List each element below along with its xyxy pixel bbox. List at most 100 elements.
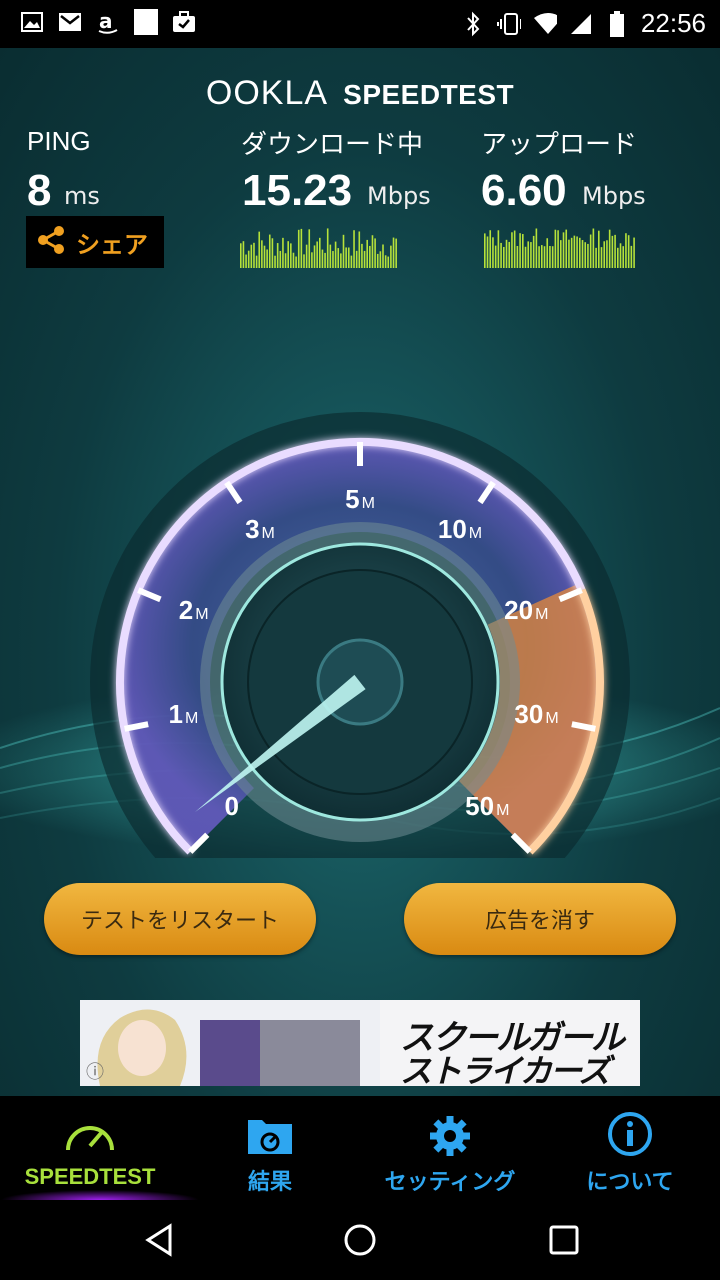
tab-settings[interactable]: セッティング [360, 1096, 540, 1200]
gauge-tick-label: 5M [320, 484, 400, 515]
graph-bar [321, 249, 324, 268]
graph-bar [350, 255, 353, 268]
graph-bar [508, 241, 511, 268]
graph-bar [513, 230, 516, 268]
gauge-tick-unit: M [261, 525, 275, 543]
graph-bar [374, 238, 376, 268]
tab-about[interactable]: について [540, 1096, 720, 1200]
briefcase-icon [172, 10, 196, 34]
info-icon [608, 1112, 652, 1156]
graph-bar [240, 243, 242, 268]
graph-bar [589, 234, 592, 268]
graph-bar [581, 240, 584, 268]
upload-label: アップロード [481, 130, 638, 160]
download-label: ダウンロード中 [241, 130, 424, 160]
graph-bar [332, 251, 334, 268]
graph-bar [245, 254, 247, 268]
graph-bar [560, 240, 562, 268]
graph-bar [361, 243, 363, 268]
gauge-tick-value: 20 [504, 595, 534, 626]
graph-bar [395, 238, 397, 268]
svg-text:a: a [99, 10, 113, 33]
graph-bar [551, 246, 554, 268]
graph-bar [250, 244, 253, 268]
graph-bar [379, 251, 382, 268]
graph-bar [524, 246, 527, 268]
graph-bar [282, 237, 284, 268]
battery-icon [605, 10, 629, 37]
graph-bar [300, 228, 303, 268]
tab-settings-label: セッティング [384, 1170, 516, 1195]
graph-bar [614, 234, 616, 268]
graph-bar [516, 245, 519, 268]
share-button[interactable]: シェア [26, 216, 164, 268]
graph-bar [568, 239, 570, 268]
graph-bar [290, 243, 292, 268]
speedtest-wordmark: SPEEDTEST [343, 79, 515, 110]
gauge-tick-value: 5 [345, 484, 360, 514]
gauge-tick-value: 2 [178, 595, 194, 626]
status-bar: a 22:56 [0, 0, 720, 48]
graph-bar [573, 235, 576, 268]
graph-bar [546, 238, 549, 268]
graph-bar [619, 243, 622, 268]
recents-icon[interactable] [544, 1220, 584, 1260]
gauge-tick-label: 2M [154, 595, 234, 626]
graph-bar [489, 230, 492, 268]
graph-bar [598, 230, 600, 268]
gauge-tick-label: 0 [193, 791, 273, 822]
graph-bar [543, 246, 546, 268]
ookla-speedtest-logo: OOKLA SPEEDTEST [0, 74, 720, 113]
results-folder-icon [248, 1120, 292, 1154]
graph-bar [253, 242, 255, 268]
graph-bar [535, 228, 538, 268]
tab-speedtest[interactable]: SPEEDTEST [0, 1096, 200, 1200]
graph-bar [371, 235, 374, 268]
gauge-tick-label: 20 M [486, 595, 566, 626]
wifi-icon [533, 12, 557, 36]
share-icon [36, 225, 66, 259]
graph-bar [530, 242, 532, 268]
graph-bar [355, 250, 358, 268]
gauge-tick-label: 1M [143, 699, 223, 730]
blank-icon [134, 9, 158, 35]
back-icon[interactable] [140, 1220, 180, 1260]
graph-bar [565, 229, 568, 268]
graph-bar [527, 241, 530, 268]
ad-title-line2: ストライカーズ [400, 1052, 610, 1086]
amazon-icon: a [96, 10, 120, 34]
graph-bar [263, 245, 266, 268]
graph-bar [492, 237, 494, 268]
graph-bar [261, 240, 263, 268]
tab-results[interactable]: 結果 [180, 1096, 360, 1200]
signal-icon [569, 12, 593, 36]
graph-bar [579, 237, 581, 268]
gear-icon [430, 1116, 470, 1156]
graph-bar [622, 246, 625, 268]
ad-info-icon[interactable]: ⓘ [86, 1058, 104, 1084]
restart-test-button[interactable]: テストをリスタート [44, 883, 316, 955]
graph-bar [627, 235, 630, 268]
graph-bar [494, 245, 497, 268]
gauge-tick-unit: M [468, 525, 483, 543]
graph-bar [274, 255, 276, 268]
bluetooth-icon [461, 11, 485, 36]
remove-ads-button[interactable]: 広告を消す [404, 883, 676, 955]
graph-bar [319, 237, 321, 268]
graph-bar [308, 229, 311, 268]
graph-bar [392, 237, 395, 268]
gauge-tick-label: 30 M [497, 699, 577, 730]
gauge-tick-value: 30 [514, 699, 544, 730]
gmail-icon [58, 10, 82, 34]
ad-banner[interactable]: スクールガール ストライカーズ ⓘ [80, 1000, 640, 1086]
graph-bar [353, 230, 355, 268]
graph-bar [334, 241, 337, 268]
gauge-tick-value: 3 [245, 514, 260, 545]
graph-bar [570, 237, 573, 268]
home-icon[interactable] [340, 1220, 380, 1260]
graph-bar [347, 247, 350, 268]
graph-bar [592, 228, 595, 268]
gauge-tick-label: 50 M [447, 791, 527, 822]
gallery-icon [20, 10, 44, 34]
ookla-wordmark: OOKLA [205, 74, 329, 112]
